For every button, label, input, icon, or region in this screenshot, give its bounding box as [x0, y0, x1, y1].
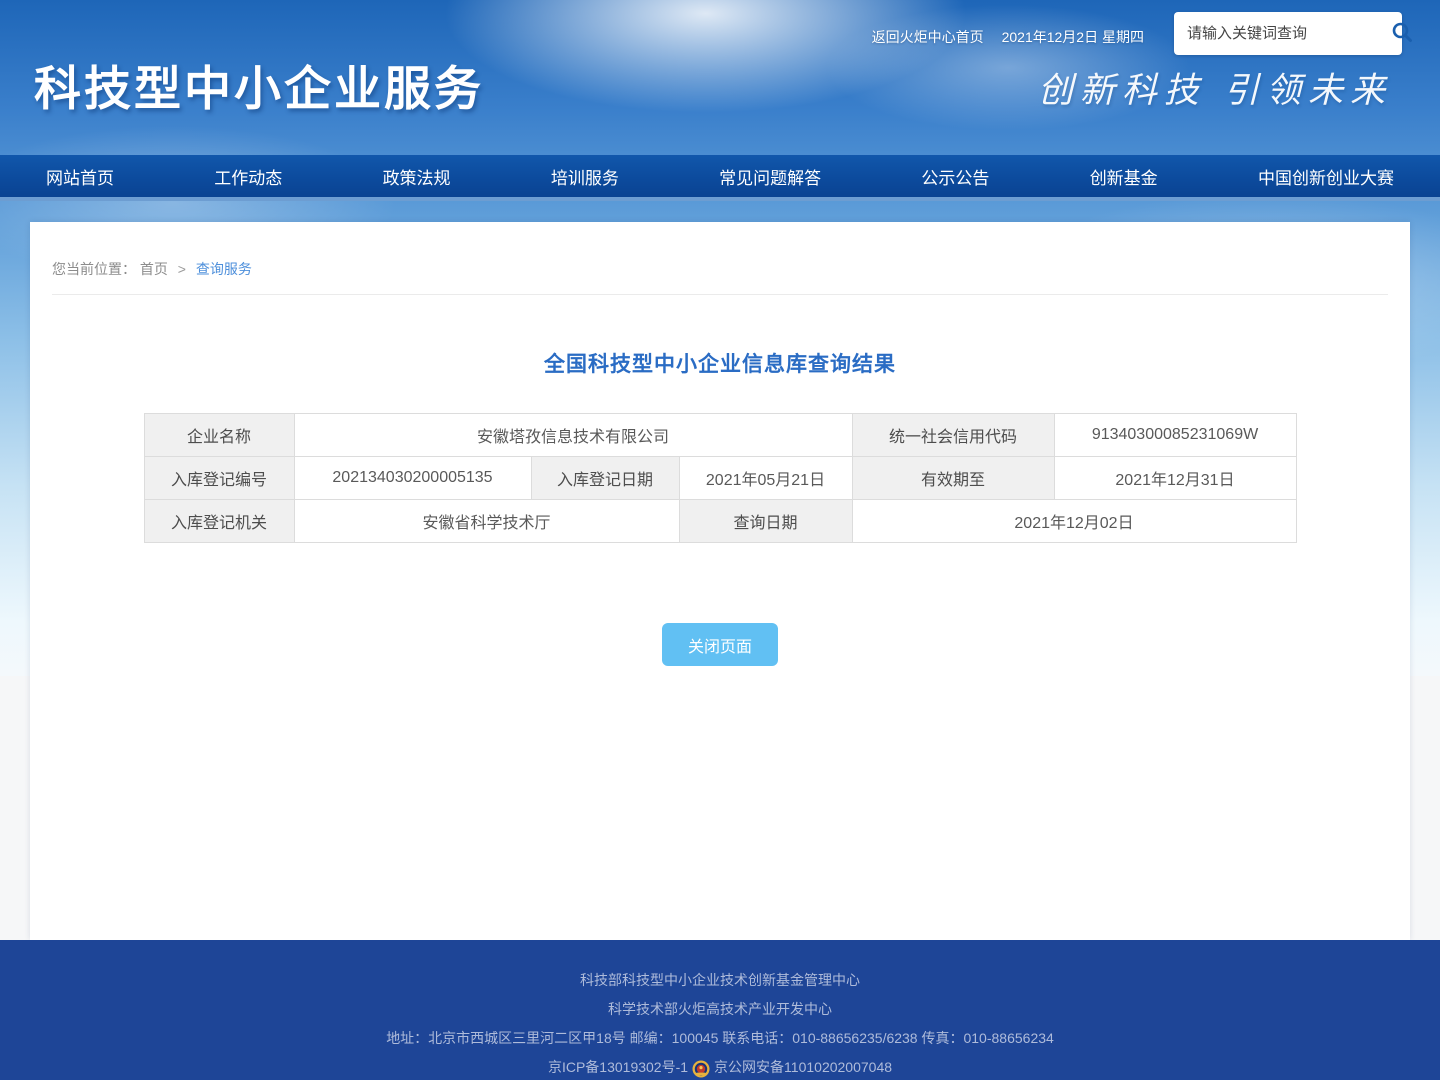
site-footer: 科技部科技型中小企业技术创新基金管理中心 科学技术部火炬高技术产业开发中心 地址… — [0, 940, 1440, 1080]
close-page-button[interactable]: 关闭页面 — [662, 623, 778, 666]
nav-item-home[interactable]: 网站首页 — [40, 164, 120, 189]
breadcrumb-prefix: 您当前位置： — [52, 261, 136, 277]
query-result-table: 企业名称 安徽塔孜信息技术有限公司 统一社会信用代码 9134030008523… — [144, 413, 1297, 543]
public-security-record-link[interactable]: 京公网安备11010202007048 — [714, 1053, 892, 1080]
reg-number-label: 入库登记编号 — [144, 457, 294, 500]
footer-address-line: 地址：北京市西城区三里河二区甲18号 邮编：100045 联系电话：010-88… — [0, 1024, 1440, 1053]
nav-item-innovation-fund[interactable]: 创新基金 — [1084, 164, 1164, 189]
main-nav: 网站首页 工作动态 政策法规 培训服务 常见问题解答 公示公告 创新基金 中国创… — [0, 155, 1440, 201]
police-badge-icon — [692, 1059, 710, 1077]
site-logo[interactable]: 科技型中小企业服务 — [34, 50, 484, 119]
valid-until-label: 有效期至 — [852, 457, 1054, 500]
company-name-label: 企业名称 — [144, 414, 294, 457]
table-row: 企业名称 安徽塔孜信息技术有限公司 统一社会信用代码 9134030008523… — [144, 414, 1296, 457]
site-slogan: 创新科技 引领未来 — [1038, 62, 1392, 113]
back-to-torch-center-link[interactable]: 返回火炬中心首页 — [872, 27, 984, 47]
credit-code-label: 统一社会信用代码 — [852, 414, 1054, 457]
page: 返回火炬中心首页 2021年12月2日 星期四 科技型中小企业服务 创新科技 引… — [0, 0, 1440, 1080]
search-icon — [1390, 20, 1414, 47]
search-box — [1174, 12, 1402, 55]
nav-item-announcements[interactable]: 公示公告 — [915, 164, 995, 189]
reg-authority-value: 安徽省科学技术厅 — [294, 500, 679, 543]
valid-until-value: 2021年12月31日 — [1054, 457, 1296, 500]
breadcrumb-separator: > — [178, 261, 186, 277]
breadcrumb-home-link[interactable]: 首页 — [140, 261, 168, 277]
icp-license-link[interactable]: 京ICP备13019302号-1 — [548, 1053, 688, 1080]
table-row: 入库登记编号 202134030200005135 入库登记日期 2021年05… — [144, 457, 1296, 500]
reg-date-label: 入库登记日期 — [531, 457, 679, 500]
query-date-value: 2021年12月02日 — [852, 500, 1296, 543]
breadcrumb: 您当前位置： 首页 > 查询服务 — [52, 222, 1388, 295]
reg-number-value: 202134030200005135 — [294, 457, 531, 500]
content-panel: 您当前位置： 首页 > 查询服务 全国科技型中小企业信息库查询结果 企业名称 安… — [30, 222, 1410, 940]
credit-code-value: 91340300085231069W — [1054, 414, 1296, 457]
company-name-value: 安徽塔孜信息技术有限公司 — [294, 414, 852, 457]
nav-item-work-news[interactable]: 工作动态 — [208, 164, 288, 189]
current-date-text: 2021年12月2日 星期四 — [1002, 27, 1144, 47]
breadcrumb-current-link[interactable]: 查询服务 — [196, 261, 252, 277]
reg-authority-label: 入库登记机关 — [144, 500, 294, 543]
search-button[interactable] — [1390, 12, 1414, 55]
nav-item-policies[interactable]: 政策法规 — [377, 164, 457, 189]
footer-beian-row: 京ICP备13019302号-1 京公网安备11010202007048 — [0, 1053, 1440, 1080]
footer-org-line-1: 科技部科技型中小企业技术创新基金管理中心 — [0, 940, 1440, 995]
header-top-links: 返回火炬中心首页 2021年12月2日 星期四 — [872, 27, 1144, 47]
nav-item-faq[interactable]: 常见问题解答 — [713, 164, 827, 189]
table-row: 入库登记机关 安徽省科学技术厅 查询日期 2021年12月02日 — [144, 500, 1296, 543]
page-title: 全国科技型中小企业信息库查询结果 — [30, 348, 1410, 378]
reg-date-value: 2021年05月21日 — [679, 457, 852, 500]
nav-item-training[interactable]: 培训服务 — [545, 164, 625, 189]
query-date-label: 查询日期 — [679, 500, 852, 543]
search-input[interactable] — [1174, 12, 1390, 55]
site-header: 返回火炬中心首页 2021年12月2日 星期四 科技型中小企业服务 创新科技 引… — [0, 0, 1440, 155]
footer-org-line-2: 科学技术部火炬高技术产业开发中心 — [0, 995, 1440, 1024]
nav-item-innovation-competition[interactable]: 中国创新创业大赛 — [1252, 164, 1400, 189]
